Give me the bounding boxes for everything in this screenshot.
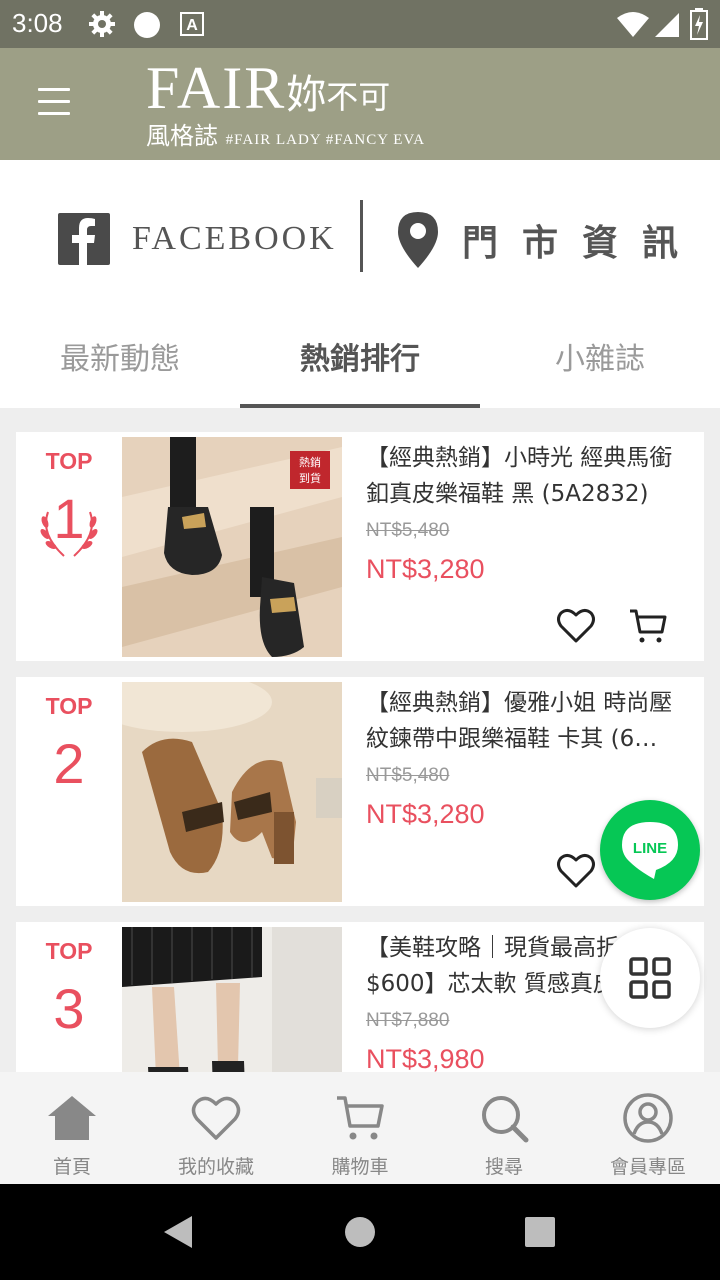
sale-price: NT$3,280 xyxy=(366,799,485,829)
product-image[interactable] xyxy=(122,927,342,1072)
nav-search[interactable]: 搜尋 xyxy=(432,1072,576,1184)
back-icon[interactable] xyxy=(162,1214,194,1250)
nav-member[interactable]: 會員專區 xyxy=(576,1072,720,1184)
system-navigation-bar xyxy=(0,1184,720,1280)
cart-icon xyxy=(337,1096,384,1140)
original-price: NT$7,880 xyxy=(366,1010,450,1031)
tab-best-sellers[interactable]: 熱銷排行 xyxy=(240,310,480,408)
battery-icon xyxy=(690,8,708,40)
menu-button[interactable] xyxy=(38,88,74,118)
brand-tags: #FAIR LADY #FANCY EVA xyxy=(225,132,426,148)
product-image[interactable] xyxy=(122,682,342,902)
cart-icon[interactable] xyxy=(628,606,668,646)
product-title[interactable]: 【經典熱銷】優雅小姐 時尚壓紋鍊帶中跟樂福鞋 卡其 (6… xyxy=(366,685,686,757)
brand-cn-small: 不可 xyxy=(326,78,391,116)
ranking-card[interactable]: TOP 1 熱銷 到貨 【經典熱銷】小時光 經典馬銜釦真皮樂福鞋 黑 (5A28… xyxy=(16,432,704,661)
bottom-navigation: 首頁 我的收藏 購物車 搜尋 會員專區 xyxy=(0,1072,720,1184)
nav-favorites-label: 我的收藏 xyxy=(177,1156,254,1178)
nav-favorites[interactable]: 我的收藏 xyxy=(144,1072,288,1184)
brand-subtitle: 風格誌 xyxy=(146,122,218,150)
brand-logo[interactable]: FAIR妳不可 風格誌 #FAIR LADY #FANCY EVA xyxy=(146,58,425,151)
user-icon xyxy=(623,1093,673,1143)
rank-number: 2 xyxy=(53,732,85,795)
grid-icon xyxy=(629,957,671,999)
category-grid-button[interactable] xyxy=(600,928,700,1028)
signal-icon xyxy=(655,13,679,37)
status-time: 3:08 xyxy=(12,8,63,38)
svg-text:A: A xyxy=(186,17,198,34)
sale-price: NT$3,980 xyxy=(366,1044,485,1072)
nav-home[interactable]: 首頁 xyxy=(0,1072,144,1184)
original-price: NT$5,480 xyxy=(366,765,450,786)
rank-top-label: TOP xyxy=(45,938,93,964)
heart-icon[interactable] xyxy=(556,606,596,646)
tab-latest-news[interactable]: 最新動態 xyxy=(0,310,240,408)
content-tabs: 最新動態 熱銷排行 小雜誌 xyxy=(0,310,720,408)
rank-top-label: TOP xyxy=(45,448,93,474)
sale-price: NT$3,280 xyxy=(366,554,485,584)
status-bar: 3:08 A xyxy=(0,0,720,48)
search-icon xyxy=(482,1096,529,1143)
rank-number: 3 xyxy=(53,977,85,1040)
nav-search-label: 搜尋 xyxy=(484,1156,523,1178)
recents-icon[interactable] xyxy=(524,1216,556,1248)
badge-text-2: 到貨 xyxy=(299,471,321,485)
brand-latin: FAIR xyxy=(146,55,287,121)
badge-text-1: 熱銷 xyxy=(299,455,321,469)
product-image[interactable]: 熱銷 到貨 xyxy=(122,437,342,657)
line-icon: LINE xyxy=(622,822,678,879)
home-icon xyxy=(48,1096,96,1140)
facebook-icon xyxy=(58,213,110,265)
circle-icon xyxy=(134,12,160,38)
original-price: NT$5,480 xyxy=(366,520,450,541)
heart-icon xyxy=(191,1096,241,1140)
store-info-label: 門市資訊 xyxy=(462,223,703,264)
hamburger-icon xyxy=(38,88,70,91)
location-pin-icon xyxy=(398,212,438,268)
rank-top-label: TOP xyxy=(45,693,93,719)
nav-member-label: 會員專區 xyxy=(609,1156,686,1178)
rank-number: 1 xyxy=(53,487,85,550)
wifi-icon xyxy=(617,12,649,37)
facebook-label: FACEBOOK xyxy=(132,220,337,257)
heart-icon[interactable] xyxy=(556,851,596,891)
gear-icon xyxy=(89,11,115,37)
nav-home-label: 首頁 xyxy=(52,1156,91,1178)
line-label: LINE xyxy=(633,840,667,857)
links-divider xyxy=(360,200,363,272)
nav-cart[interactable]: 購物車 xyxy=(288,1072,432,1184)
app-header: FAIR妳不可 風格誌 #FAIR LADY #FANCY EVA xyxy=(0,48,720,160)
product-title[interactable]: 【經典熱銷】小時光 經典馬銜釦真皮樂福鞋 黑 (5A2832) xyxy=(366,440,686,512)
a11y-icon: A xyxy=(180,12,204,36)
nav-cart-label: 購物車 xyxy=(331,1156,389,1178)
social-links-row: FACEBOOK 門市資訊 xyxy=(0,160,720,310)
facebook-link[interactable]: FACEBOOK xyxy=(58,212,337,266)
store-info-link[interactable]: 門市資訊 xyxy=(398,210,702,270)
line-chat-button[interactable]: LINE xyxy=(600,800,700,900)
home-circle-icon[interactable] xyxy=(344,1216,376,1248)
tab-magazine[interactable]: 小雜誌 xyxy=(480,310,720,408)
brand-cn-big: 妳 xyxy=(286,72,327,118)
